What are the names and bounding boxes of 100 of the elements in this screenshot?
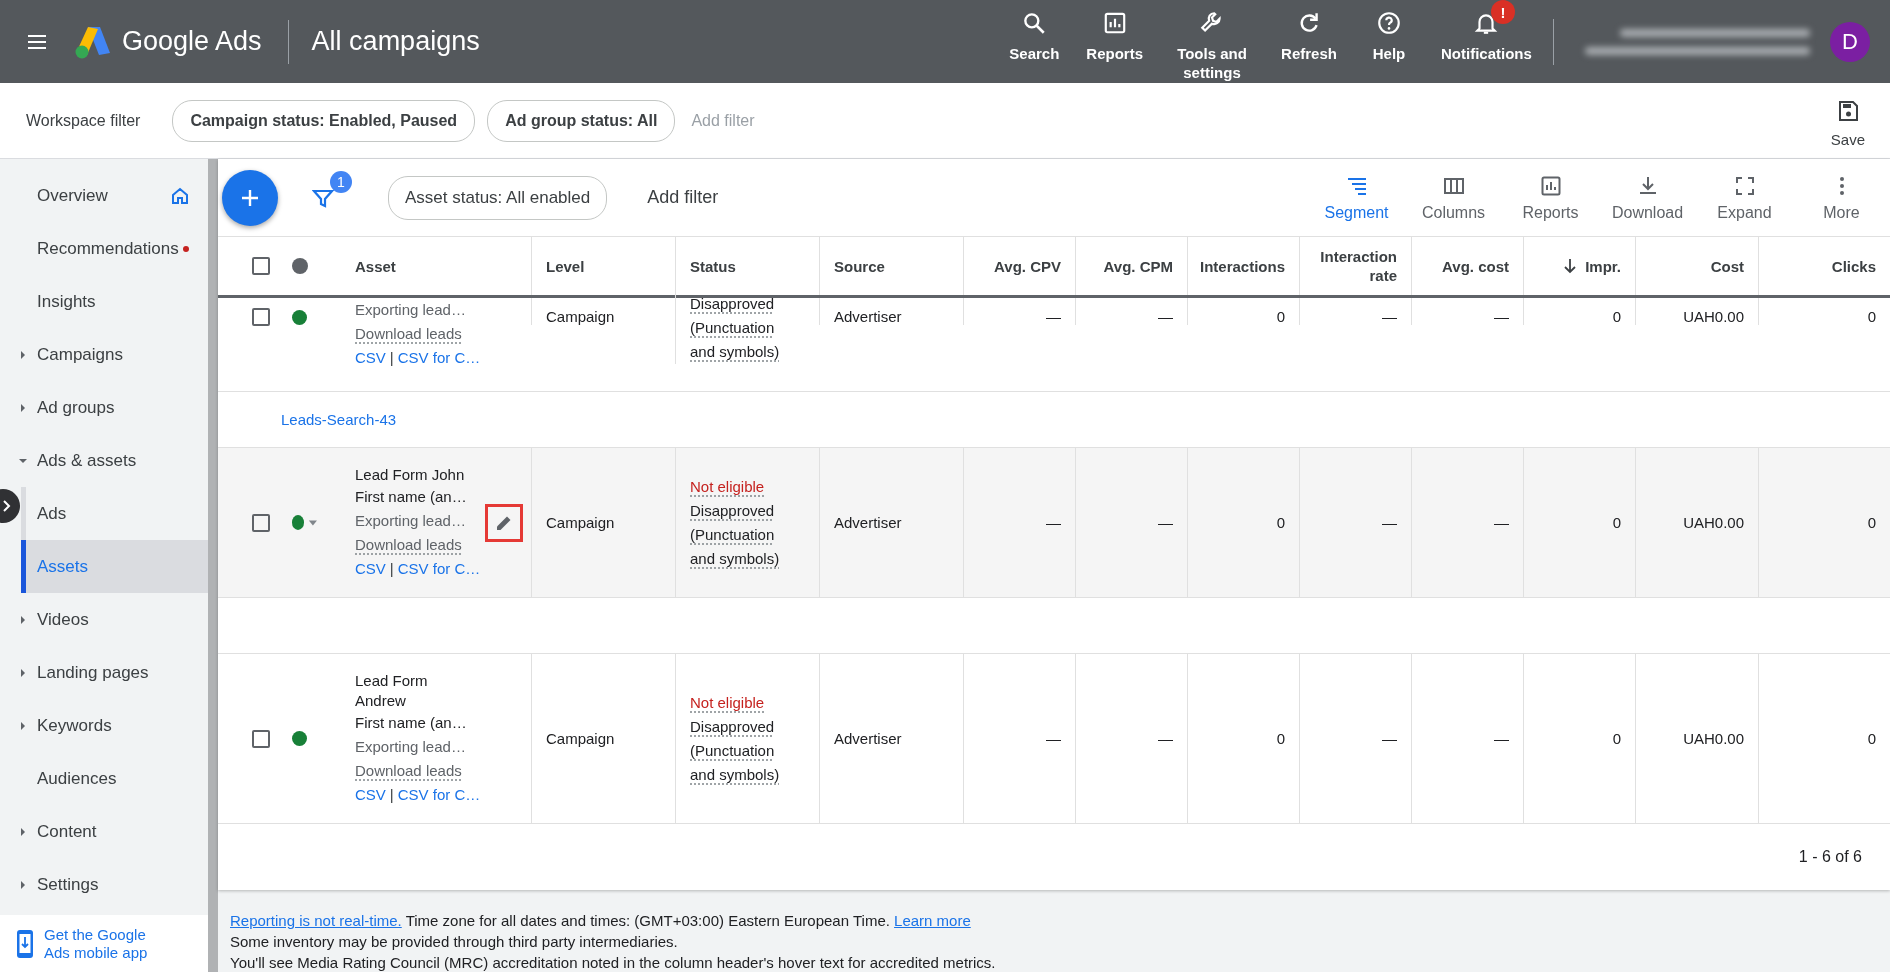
- info-link[interactable]: Learn more: [894, 912, 971, 929]
- asset-note: Exporting lead…: [355, 300, 466, 320]
- asset-note: Exporting lead…: [355, 510, 466, 531]
- table-row[interactable]: Lead Form John First name (an… Exporting lead… Download leads CSV | CSV for C… Campaign Not eligible Disapproved (Punctuation and symbols) Advertiser — — 0 — — 0 UAH0.00 0: [218, 448, 1890, 598]
- nav-item[interactable]: Recommendations: [0, 222, 208, 275]
- info-link[interactable]: Reporting is not real-time.: [230, 912, 402, 929]
- table-cell: 0: [1276, 308, 1285, 325]
- caret-icon: [18, 880, 27, 889]
- table-cell: UAH0.00: [1683, 730, 1744, 747]
- edit-button[interactable]: [485, 503, 523, 542]
- reports-button[interactable]: Reports: [1074, 0, 1155, 63]
- column-header[interactable]: Avg. CPV: [994, 256, 1061, 276]
- download-leads-label[interactable]: Download leads: [355, 322, 462, 346]
- row-checkbox[interactable]: [252, 308, 270, 326]
- table-cell: UAH0.00: [1683, 514, 1744, 531]
- column-header[interactable]: Cost: [1710, 256, 1744, 276]
- csv-link[interactable]: CSV: [355, 346, 386, 370]
- filter-chip[interactable]: Asset status: All enabled: [388, 175, 608, 220]
- column-header[interactable]: Impr.: [1563, 256, 1621, 276]
- search-button[interactable]: Search: [994, 0, 1075, 63]
- filter-chip[interactable]: Campaign status: Enabled, Paused: [172, 99, 476, 142]
- save-button[interactable]: Save: [1830, 93, 1865, 148]
- status-reason[interactable]: Disapproved (Punctuation and symbols): [690, 498, 795, 571]
- column-header[interactable]: Avg. cost: [1442, 256, 1509, 276]
- nav-item[interactable]: Videos: [0, 593, 208, 646]
- column-header[interactable]: Interactions: [1199, 256, 1285, 276]
- table-cell: Campaign: [546, 308, 615, 325]
- notifications-button[interactable]: ! Notifications: [1429, 0, 1543, 63]
- nav-item[interactable]: Overview: [0, 169, 208, 222]
- table-cell: —: [1494, 730, 1509, 747]
- caret-icon: [18, 615, 27, 624]
- table-cell: —: [1046, 308, 1061, 325]
- pagination-label: 1 - 6 of 6: [1798, 848, 1862, 866]
- sort-arrow-icon: [1563, 258, 1578, 274]
- status-column-icon: [292, 258, 308, 274]
- row-checkbox[interactable]: [252, 513, 270, 532]
- footer-note: You'll see Media Rating Council (MRC) accreditation noted in the column header's hover text for accredited metrics.: [230, 953, 997, 972]
- caret-icon: [18, 403, 27, 412]
- column-header[interactable]: Level: [546, 256, 585, 276]
- nav-item[interactable]: Ad groups: [0, 381, 208, 434]
- table-cell: —: [1382, 514, 1397, 531]
- table-cell: 0: [1612, 730, 1621, 747]
- asset-note: Exporting lead…: [355, 736, 466, 757]
- filter-count-badge: 1: [330, 170, 352, 193]
- product-name: Google Ads: [122, 26, 262, 57]
- table-cell: Advertiser: [834, 308, 902, 325]
- csv-link[interactable]: CSV for C…: [397, 346, 481, 370]
- column-header[interactable]: Interaction rate: [1314, 247, 1397, 285]
- select-all-checkbox[interactable]: [252, 257, 270, 275]
- column-header[interactable]: Avg. CPM: [1103, 256, 1173, 276]
- column-header[interactable]: Clicks: [1831, 256, 1876, 276]
- download-leads-label[interactable]: Download leads: [355, 758, 462, 783]
- asset-detail: First name (an…: [355, 712, 467, 733]
- table-row[interactable]: Exporting lead… Download leads CSV | CSV for C… Campaign Disapproved (Punctuation and symbols) Advertiser — — 0 — — 0 UAH0.00 0: [218, 298, 1890, 392]
- nav-item[interactable]: Audiences: [0, 752, 208, 805]
- link-separator: |: [389, 784, 394, 805]
- segment-button[interactable]: Segment: [1308, 159, 1405, 236]
- column-header[interactable]: Source: [834, 256, 885, 276]
- table-cell: Campaign: [546, 730, 615, 747]
- tools-button[interactable]: Tools and settings: [1155, 0, 1269, 82]
- reports-button[interactable]: Reports: [1502, 159, 1599, 236]
- column-header[interactable]: Status: [690, 256, 736, 276]
- link-separator: |: [389, 558, 394, 579]
- nav-item[interactable]: Campaigns: [0, 328, 208, 381]
- scrollbar[interactable]: [208, 159, 218, 972]
- table-cell: —: [1382, 308, 1397, 325]
- status-flag[interactable]: Not eligible: [690, 690, 765, 715]
- help-button[interactable]: Help: [1349, 0, 1429, 63]
- csv-link[interactable]: CSV for C…: [397, 782, 481, 807]
- dropdown-caret-icon[interactable]: [308, 518, 318, 527]
- column-header[interactable]: Asset: [355, 256, 396, 276]
- csv-link[interactable]: CSV for C…: [397, 556, 481, 581]
- status-reason[interactable]: Disapproved (Punctuation and symbols): [690, 714, 795, 787]
- workspace-filter-label: Workspace filter: [26, 111, 141, 130]
- status-dot: [292, 310, 307, 325]
- table-row[interactable]: Lead Form Andrew First name (an… Exporting lead… Download leads CSV | CSV for C… Campaign Not eligible Disapproved (Punctuation and symbols) Advertiser — — 0 — — 0 UAH0.00 0: [218, 654, 1890, 824]
- nav-item[interactable]: Keywords: [0, 699, 208, 752]
- row-checkbox[interactable]: [252, 729, 270, 748]
- expand-button[interactable]: Expand: [1696, 159, 1793, 236]
- csv-link[interactable]: CSV: [355, 782, 386, 807]
- campaign-group-link[interactable]: Leads-Search-43: [281, 411, 397, 428]
- columns-button[interactable]: Columns: [1405, 159, 1502, 236]
- nav-item[interactable]: Ads & assets: [0, 434, 208, 487]
- more-button[interactable]: More: [1793, 159, 1890, 236]
- add-button[interactable]: [222, 169, 278, 226]
- status-dot: [292, 515, 305, 530]
- refresh-button[interactable]: Refresh: [1269, 0, 1349, 63]
- add-filter-button[interactable]: Add filter: [643, 187, 723, 208]
- nav-item[interactable]: Settings: [0, 858, 208, 911]
- csv-link[interactable]: CSV: [355, 556, 386, 581]
- nav-item[interactable]: Insights: [0, 275, 208, 328]
- nav-item[interactable]: Landing pages: [0, 646, 208, 699]
- account-avatar[interactable]: D: [1830, 21, 1870, 62]
- download-leads-label[interactable]: Download leads: [355, 532, 462, 557]
- caret-icon: [18, 721, 27, 730]
- nav-item[interactable]: Content: [0, 805, 208, 858]
- caret-icon: [18, 827, 27, 836]
- download-button[interactable]: Download: [1599, 159, 1696, 236]
- filter-chip[interactable]: Ad group status: All: [487, 99, 676, 142]
- status-flag[interactable]: Not eligible: [690, 474, 765, 499]
